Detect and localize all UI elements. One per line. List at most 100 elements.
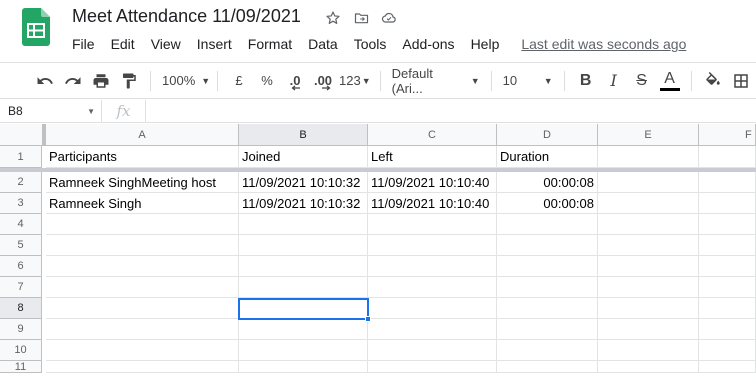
empty-cell[interactable]	[239, 340, 368, 361]
empty-cell[interactable]	[46, 319, 239, 340]
empty-cell[interactable]	[46, 340, 239, 361]
borders-icon[interactable]	[729, 69, 753, 93]
empty-cell[interactable]	[497, 277, 598, 298]
empty-cell[interactable]	[368, 340, 497, 361]
more-formats-select[interactable]: 123 ▼	[337, 69, 373, 93]
paint-format-icon[interactable]	[117, 69, 141, 93]
print-icon[interactable]	[89, 69, 113, 93]
empty-cell[interactable]	[368, 319, 497, 340]
undo-icon[interactable]	[33, 69, 57, 93]
empty-cell[interactable]	[598, 256, 699, 277]
empty-cell[interactable]	[598, 146, 699, 168]
fill-handle[interactable]	[365, 316, 371, 322]
increase-decimal-button[interactable]: .00	[311, 69, 335, 93]
empty-cell[interactable]	[598, 319, 699, 340]
empty-cell[interactable]	[46, 235, 239, 256]
document-title[interactable]: Meet Attendance 11/09/2021	[72, 6, 301, 27]
empty-cell[interactable]	[699, 256, 756, 277]
currency-format-button[interactable]: £	[227, 69, 251, 93]
column-header-c[interactable]: C	[368, 124, 497, 146]
row-header-8[interactable]: 8	[0, 298, 42, 319]
last-edit-link[interactable]: Last edit was seconds ago	[521, 36, 686, 52]
empty-cell[interactable]	[239, 319, 368, 340]
select-all-corner[interactable]	[0, 124, 46, 146]
menu-insert[interactable]: Insert	[189, 36, 240, 52]
formula-input[interactable]	[146, 100, 756, 122]
empty-cell[interactable]	[598, 235, 699, 256]
decrease-decimal-button[interactable]: .0	[283, 69, 307, 93]
empty-cell[interactable]	[598, 193, 699, 214]
cloud-status-icon[interactable]	[379, 8, 399, 28]
row-header-9[interactable]: 9	[0, 319, 42, 340]
duration-cell[interactable]: 00:00:08	[497, 193, 598, 214]
left-cell[interactable]: 11/09/2021 10:10:40	[368, 172, 497, 193]
menu-edit[interactable]: Edit	[103, 36, 143, 52]
participant-cell[interactable]: Ramneek SinghMeeting host	[46, 172, 239, 193]
bold-button[interactable]: B	[574, 69, 598, 93]
header-cell-duration[interactable]: Duration	[497, 146, 598, 168]
column-header-d[interactable]: D	[497, 124, 598, 146]
move-to-folder-icon[interactable]	[351, 8, 371, 28]
empty-cell[interactable]	[497, 361, 598, 373]
empty-cell[interactable]	[598, 214, 699, 235]
empty-cell[interactable]	[598, 361, 699, 373]
italic-button[interactable]: I	[602, 69, 626, 93]
empty-cell[interactable]	[46, 214, 239, 235]
header-cell-left[interactable]: Left	[368, 146, 497, 168]
menu-data[interactable]: Data	[300, 36, 346, 52]
selected-cell-b8[interactable]	[238, 298, 369, 320]
empty-cell[interactable]	[699, 277, 756, 298]
menu-tools[interactable]: Tools	[346, 36, 395, 52]
empty-cell[interactable]	[699, 235, 756, 256]
empty-cell[interactable]	[368, 277, 497, 298]
empty-cell[interactable]	[368, 256, 497, 277]
empty-cell[interactable]	[368, 214, 497, 235]
row-header-11[interactable]: 11	[0, 361, 42, 373]
empty-cell[interactable]	[239, 277, 368, 298]
empty-cell[interactable]	[497, 235, 598, 256]
header-cell-joined[interactable]: Joined	[239, 146, 368, 168]
font-select[interactable]: Default (Ari... ▼	[388, 66, 484, 96]
empty-cell[interactable]	[699, 340, 756, 361]
row-header-1[interactable]: 1	[0, 146, 42, 168]
row-header-10[interactable]: 10	[0, 340, 42, 361]
zoom-select[interactable]: 100% ▼	[158, 69, 210, 93]
row-header-2[interactable]: 2	[0, 172, 42, 193]
empty-cell[interactable]	[598, 298, 699, 319]
empty-cell[interactable]	[368, 361, 497, 373]
empty-cell[interactable]	[699, 214, 756, 235]
empty-cell[interactable]	[699, 361, 756, 373]
column-header-f[interactable]: F	[699, 124, 756, 146]
empty-cell[interactable]	[699, 298, 756, 319]
empty-cell[interactable]	[46, 298, 239, 319]
left-cell[interactable]: 11/09/2021 10:10:40	[368, 193, 497, 214]
empty-cell[interactable]	[239, 235, 368, 256]
empty-cell[interactable]	[46, 361, 239, 373]
redo-icon[interactable]	[61, 69, 85, 93]
empty-cell[interactable]	[699, 146, 756, 168]
empty-cell[interactable]	[497, 298, 598, 319]
joined-cell[interactable]: 11/09/2021 10:10:32	[239, 172, 368, 193]
empty-cell[interactable]	[239, 256, 368, 277]
row-header-4[interactable]: 4	[0, 214, 42, 235]
column-header-a[interactable]: A	[46, 124, 239, 146]
strikethrough-button[interactable]: S	[630, 69, 654, 93]
participant-cell[interactable]: Ramneek Singh	[46, 193, 239, 214]
empty-cell[interactable]	[497, 256, 598, 277]
menu-help[interactable]: Help	[463, 36, 508, 52]
menu-format[interactable]: Format	[240, 36, 300, 52]
sheets-logo-icon[interactable]	[22, 8, 50, 46]
empty-cell[interactable]	[239, 214, 368, 235]
empty-cell[interactable]	[497, 340, 598, 361]
fill-color-icon[interactable]	[701, 69, 725, 93]
font-size-select[interactable]: 10 ▼	[499, 69, 557, 93]
empty-cell[interactable]	[598, 277, 699, 298]
empty-cell[interactable]	[699, 172, 756, 193]
header-cell-participants[interactable]: Participants	[46, 146, 239, 168]
empty-cell[interactable]	[699, 193, 756, 214]
empty-cell[interactable]	[699, 319, 756, 340]
empty-cell[interactable]	[598, 172, 699, 193]
empty-cell[interactable]	[46, 277, 239, 298]
empty-cell[interactable]	[368, 298, 497, 319]
joined-cell[interactable]: 11/09/2021 10:10:32	[239, 193, 368, 214]
